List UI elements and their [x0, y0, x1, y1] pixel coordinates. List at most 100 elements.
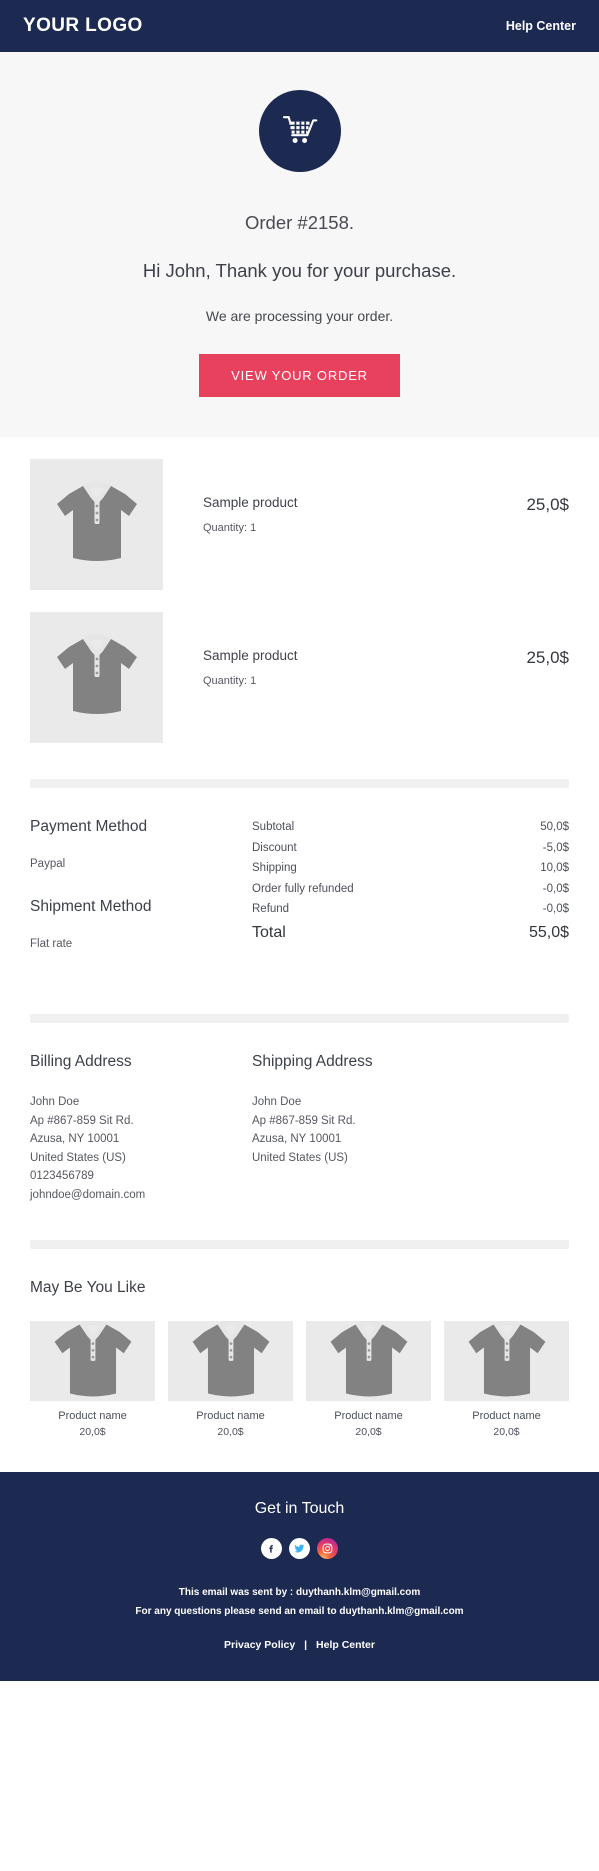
recommendations-heading: May Be You Like	[30, 1249, 569, 1297]
recommendation-card[interactable]: Product name 20,0$	[306, 1321, 431, 1438]
hero-section: Order #2158. Hi John, Thank you for your…	[0, 52, 599, 437]
polo-shirt-icon	[321, 1321, 417, 1401]
email-body: Sample product Quantity: 1 25,0$	[0, 437, 599, 1472]
shipping-address-column: Shipping Address John Doe Ap #867-859 Si…	[252, 1053, 474, 1204]
recommendation-name: Product name	[306, 1410, 431, 1422]
total-row-grand-total: Total 55,0$	[252, 924, 569, 942]
header-help-center-link[interactable]: Help Center	[506, 19, 576, 33]
recommendation-price: 20,0$	[444, 1426, 569, 1438]
shopping-cart-icon	[282, 114, 318, 148]
footer-questions: For any questions please send an email t…	[24, 1602, 575, 1621]
order-confirmation-email: YOUR LOGO Help Center Order #2	[0, 0, 599, 1871]
recommendation-name: Product name	[168, 1410, 293, 1422]
shipping-address-heading: Shipping Address	[252, 1053, 474, 1071]
product-name: Sample product	[203, 648, 526, 663]
total-value: 10,0$	[540, 862, 569, 874]
section-divider	[30, 1014, 569, 1023]
order-status-line: We are processing your order.	[24, 308, 575, 324]
billing-address-line: United States (US)	[30, 1149, 252, 1168]
order-item-row: Sample product Quantity: 1 25,0$	[30, 437, 569, 590]
shipping-address-line: Ap #867-859 Sit Rd.	[252, 1112, 474, 1131]
shopping-cart-badge	[259, 90, 341, 172]
polo-shirt-icon	[45, 1321, 141, 1401]
recommendation-card[interactable]: Product name 20,0$	[30, 1321, 155, 1438]
grand-total-value: 55,0$	[529, 924, 569, 942]
product-thumbnail	[30, 612, 163, 743]
brand-logo: YOUR LOGO	[23, 15, 143, 37]
product-quantity: Quantity: 1	[203, 675, 526, 687]
shipping-address-line: United States (US)	[252, 1149, 474, 1168]
shipment-method-value: Flat rate	[30, 938, 252, 950]
footer-links: Privacy Policy | Help Center	[24, 1639, 575, 1651]
twitter-icon[interactable]	[289, 1538, 310, 1559]
total-row-subtotal: Subtotal 50,0$	[252, 821, 569, 833]
footer-link-separator: |	[298, 1639, 313, 1651]
recommendation-name: Product name	[444, 1410, 569, 1422]
grand-total-label: Total	[252, 924, 286, 942]
total-label: Shipping	[252, 862, 297, 874]
product-details: Sample product Quantity: 1	[163, 612, 526, 687]
email-header: YOUR LOGO Help Center	[0, 0, 599, 52]
polo-shirt-icon	[459, 1321, 555, 1401]
total-label: Order fully refunded	[252, 883, 354, 895]
product-price: 25,0$	[526, 459, 569, 515]
recommendation-price: 20,0$	[168, 1426, 293, 1438]
billing-address-line: John Doe	[30, 1093, 252, 1112]
addresses-section: Billing Address John Doe Ap #867-859 Sit…	[30, 1023, 569, 1204]
polo-shirt-icon	[47, 625, 147, 730]
recommendation-thumbnail	[306, 1321, 431, 1401]
recommendation-thumbnail	[30, 1321, 155, 1401]
product-quantity: Quantity: 1	[203, 522, 526, 534]
recommendation-name: Product name	[30, 1410, 155, 1422]
payment-methods-column: Payment Method Paypal Shipment Method Fl…	[30, 818, 252, 978]
footer-title: Get in Touch	[24, 1500, 575, 1518]
recommendation-thumbnail	[444, 1321, 569, 1401]
payment-method-heading: Payment Method	[30, 818, 252, 836]
payment-method-value: Paypal	[30, 858, 252, 870]
total-value: 50,0$	[540, 821, 569, 833]
footer-sent-by: This email was sent by : duythanh.klm@gm…	[24, 1583, 575, 1602]
total-value: -5,0$	[543, 842, 569, 854]
total-row-discount: Discount -5,0$	[252, 842, 569, 854]
recommendation-price: 20,0$	[30, 1426, 155, 1438]
order-item-row: Sample product Quantity: 1 25,0$	[30, 590, 569, 743]
facebook-icon[interactable]	[261, 1538, 282, 1559]
view-your-order-button[interactable]: VIEW YOUR ORDER	[199, 354, 400, 397]
total-row-order-fully-refunded: Order fully refunded -0,0$	[252, 883, 569, 895]
billing-address-line: Ap #867-859 Sit Rd.	[30, 1112, 252, 1131]
product-thumbnail	[30, 459, 163, 590]
shipping-address-line: Azusa, NY 10001	[252, 1130, 474, 1149]
total-label: Refund	[252, 903, 289, 915]
polo-shirt-icon	[183, 1321, 279, 1401]
shipment-method-heading: Shipment Method	[30, 898, 252, 916]
product-price: 25,0$	[526, 612, 569, 668]
total-label: Subtotal	[252, 821, 294, 833]
totals-column: Subtotal 50,0$ Discount -5,0$ Shipping 1…	[252, 818, 569, 978]
billing-address-heading: Billing Address	[30, 1053, 252, 1071]
greeting-line: Hi John, Thank you for your purchase.	[24, 260, 575, 282]
section-divider	[30, 1240, 569, 1249]
privacy-policy-link[interactable]: Privacy Policy	[224, 1639, 295, 1651]
polo-shirt-icon	[47, 472, 147, 577]
section-divider	[30, 779, 569, 788]
billing-email: johndoe@domain.com	[30, 1186, 252, 1205]
total-value: -0,0$	[543, 903, 569, 915]
recommendation-card[interactable]: Product name 20,0$	[444, 1321, 569, 1438]
billing-address-column: Billing Address John Doe Ap #867-859 Sit…	[30, 1053, 252, 1204]
product-name: Sample product	[203, 495, 526, 510]
instagram-icon[interactable]	[317, 1538, 338, 1559]
social-links	[24, 1538, 575, 1559]
order-number-line: Order #2158.	[24, 212, 575, 234]
billing-phone: 0123456789	[30, 1167, 252, 1186]
total-row-refund: Refund -0,0$	[252, 903, 569, 915]
footer-help-center-link[interactable]: Help Center	[316, 1639, 375, 1651]
shipping-address-line: John Doe	[252, 1093, 474, 1112]
recommendation-card[interactable]: Product name 20,0$	[168, 1321, 293, 1438]
recommendation-thumbnail	[168, 1321, 293, 1401]
recommendation-price: 20,0$	[306, 1426, 431, 1438]
recommendations-grid: Product name 20,0$	[30, 1321, 569, 1472]
billing-address-line: Azusa, NY 10001	[30, 1130, 252, 1149]
payment-and-totals-section: Payment Method Paypal Shipment Method Fl…	[30, 788, 569, 978]
total-value: -0,0$	[543, 883, 569, 895]
total-row-shipping: Shipping 10,0$	[252, 862, 569, 874]
